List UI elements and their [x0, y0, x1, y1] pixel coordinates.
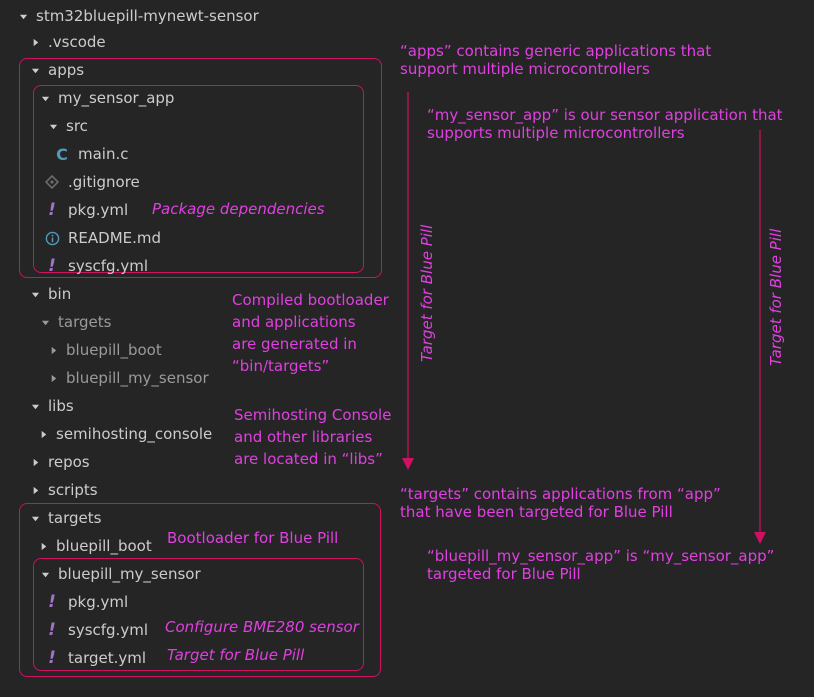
arrow-lines [402, 92, 766, 544]
arrow-right-head [754, 532, 766, 544]
arrow-left-head [402, 458, 414, 470]
